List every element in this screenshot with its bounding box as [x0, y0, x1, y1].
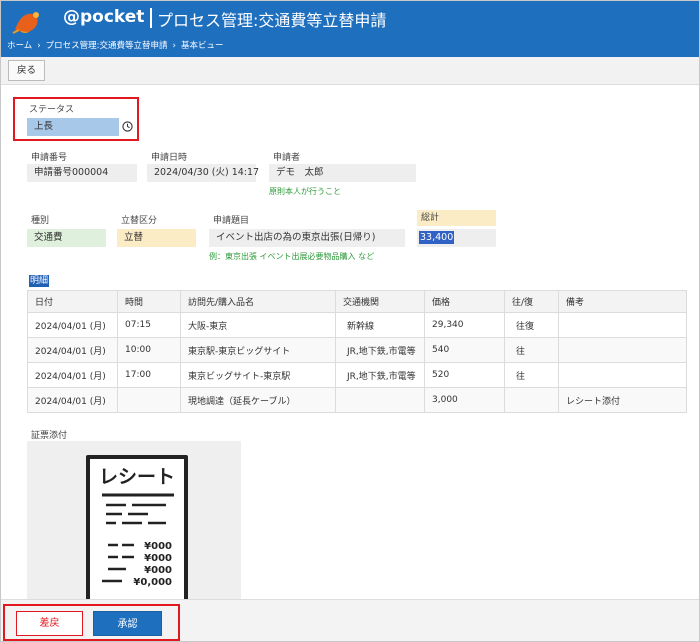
approve-button[interactable]: 承認	[93, 611, 162, 636]
applicant-label: 申請者	[273, 153, 301, 163]
back-button[interactable]: 戻る	[8, 60, 45, 81]
application-number-field: 申請番号000004	[27, 164, 137, 182]
advance-category-field: 立替	[117, 229, 196, 247]
table-row: 2024/04/01 (月) 17:00 東京ビッグサイト-東京駅 JR,地下鉄…	[27, 362, 687, 388]
cell-transport: JR,地下鉄,市電等	[335, 362, 425, 388]
cell-transport: 新幹線	[335, 312, 425, 338]
cell-direction: 往復	[504, 312, 559, 338]
cell-date: 2024/04/01 (月)	[27, 312, 118, 338]
application-date-field: 2024/04/30 (火) 14:17	[147, 164, 259, 182]
cell-price: 520	[424, 362, 505, 388]
breadcrumb-current: 基本ビュー	[180, 41, 224, 51]
logo-text: @pocket	[63, 7, 145, 27]
breadcrumb-process[interactable]: プロセス管理:交通費等立替申請	[46, 39, 168, 51]
status-label: ステータス	[29, 105, 75, 115]
cell-transport	[335, 387, 425, 413]
application-number-label: 申請番号	[31, 153, 68, 163]
cell-price: 540	[424, 337, 505, 363]
status-value: 上長	[27, 118, 119, 136]
breadcrumb-home[interactable]: ホーム	[7, 39, 32, 51]
title-divider	[150, 8, 152, 28]
cell-time: 10:00	[117, 337, 181, 363]
receipt-amount: ¥000	[144, 565, 172, 576]
cell-destination: 大阪-東京	[180, 312, 336, 338]
total-field: 33,400	[417, 229, 496, 247]
column-header-date: 日付	[27, 290, 118, 313]
subject-hint: 例：東京出張 イベント出展必要物品購入 など	[209, 252, 375, 261]
cell-note	[558, 312, 687, 338]
main-content: ステータス 上長 申請番号 申請番号000004 申請日時 2024/04/30…	[1, 86, 699, 601]
column-header-transport: 交通機関	[335, 290, 425, 313]
column-header-time: 時間	[117, 290, 181, 313]
table-row: 2024/04/01 (月) 10:00 東京駅-東京ビッグサイト JR,地下鉄…	[27, 337, 687, 363]
send-back-button[interactable]: 差戻	[16, 611, 83, 636]
app-window: @pocket プロセス管理:交通費等立替申請 ホーム › プロセス管理:交通費等立…	[0, 0, 700, 642]
header-bar: @pocket プロセス管理:交通費等立替申請 ホーム › プロセス管理:交通費等立…	[1, 1, 699, 57]
cell-destination: 東京ビッグサイト-東京駅	[180, 362, 336, 388]
detail-section-label: 明細	[29, 275, 50, 287]
total-label: 総計	[417, 210, 496, 226]
type-field: 交通費	[27, 229, 106, 247]
cell-time	[117, 387, 181, 413]
cell-destination: 現地調達（延長ケーブル）	[180, 387, 336, 413]
cell-destination: 東京駅-東京ビッグサイト	[180, 337, 336, 363]
subject-field: イベント出店の為の東京出張(日帰り)	[209, 229, 405, 247]
attachment-preview[interactable]: レシート ¥000 ¥000 ¥000 ¥0,000	[27, 441, 241, 601]
receipt-title: レシート	[99, 466, 175, 488]
column-header-destination: 訪問先/購入品名	[180, 290, 336, 313]
clock-icon[interactable]	[122, 121, 133, 132]
attachment-label: 証票添付	[31, 431, 68, 441]
table-header-row: 日付 時間 訪問先/購入品名 交通機関 価格 往/復 備考	[27, 290, 687, 313]
breadcrumb: ホーム › プロセス管理:交通費等立替申請 › 基本ビュー	[7, 39, 223, 51]
column-header-price: 価格	[424, 290, 505, 313]
receipt-amount: ¥000	[144, 553, 172, 564]
receipt-amount: ¥000	[144, 541, 172, 552]
cell-transport: JR,地下鉄,市電等	[335, 337, 425, 363]
cell-price: 3,000	[424, 387, 505, 413]
type-label: 種別	[31, 216, 50, 226]
cell-time: 17:00	[117, 362, 181, 388]
cell-date: 2024/04/01 (月)	[27, 337, 118, 363]
cell-price: 29,340	[424, 312, 505, 338]
cell-direction	[504, 387, 559, 413]
column-header-note: 備考	[558, 290, 687, 313]
cell-note	[558, 337, 687, 363]
cell-date: 2024/04/01 (月)	[27, 362, 118, 388]
table-row: 2024/04/01 (月) 現地調達（延長ケーブル） 3,000 レシート添付	[27, 387, 687, 413]
detail-table: 日付 時間 訪問先/購入品名 交通機関 価格 往/復 備考 2024/04/01…	[27, 290, 687, 413]
applicant-hint: 原則本人が行うこと	[269, 187, 341, 196]
breadcrumb-separator: ›	[172, 41, 176, 51]
table-row: 2024/04/01 (月) 07:15 大阪-東京 新幹線 29,340 往復	[27, 312, 687, 338]
application-date-label: 申請日時	[151, 153, 188, 163]
subject-label: 申請題目	[213, 216, 250, 226]
cell-note: レシート添付	[558, 387, 687, 413]
page-title: プロセス管理:交通費等立替申請	[157, 11, 387, 30]
cell-date: 2024/04/01 (月)	[27, 387, 118, 413]
breadcrumb-separator: ›	[37, 41, 41, 51]
applicant-field: デモ 太郎	[269, 164, 416, 182]
cell-direction: 往	[504, 337, 559, 363]
receipt-image[interactable]: レシート ¥000 ¥000 ¥000 ¥0,000	[82, 451, 192, 601]
total-value: 33,400	[419, 231, 455, 244]
cell-direction: 往	[504, 362, 559, 388]
toolbar: 戻る	[1, 57, 699, 85]
advance-category-label: 立替区分	[121, 216, 158, 226]
cell-note	[558, 362, 687, 388]
cell-time: 07:15	[117, 312, 181, 338]
receipt-amount: ¥0,000	[133, 577, 172, 588]
column-header-direction: 往/復	[504, 290, 559, 313]
